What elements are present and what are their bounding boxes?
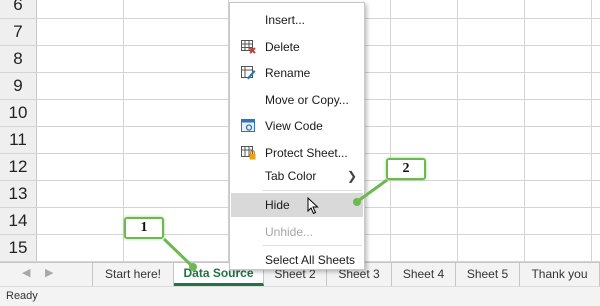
menu-item-label: Move or Copy... [265, 93, 349, 107]
menu-item-insert[interactable]: Insert... [231, 8, 363, 32]
status-text: Ready [6, 290, 38, 302]
view-code-icon [241, 119, 255, 132]
scroll-tabs-left-icon[interactable]: ◀ [22, 266, 30, 279]
row-header[interactable]: 10 [0, 100, 37, 126]
chevron-right-icon: ❯ [346, 169, 357, 183]
callout-step-1: 1 [124, 217, 164, 239]
menu-item-view-code[interactable]: View Code [231, 114, 363, 138]
column-gridline [390, 0, 391, 262]
menu-item-select-all-sheets[interactable]: Select All Sheets [231, 248, 363, 272]
row-header[interactable]: 12 [0, 154, 37, 180]
row-header[interactable]: 9 [0, 73, 37, 99]
row-header[interactable]: 15 [0, 235, 37, 261]
menu-item-label: Hide [265, 198, 290, 212]
sheet-tab-context-menu: Insert... Delete Rename Move or Copy... [229, 2, 365, 270]
menu-item-delete[interactable]: Delete [231, 35, 363, 59]
sheet-tab-sheet-4[interactable]: Sheet 4 [392, 263, 456, 286]
sheet-tab-thank-you[interactable]: Thank you [520, 263, 600, 286]
menu-separator [262, 245, 362, 246]
menu-item-label: Insert... [265, 13, 306, 27]
delete-sheet-icon [241, 40, 256, 54]
menu-item-label: Rename [265, 66, 311, 80]
column-gridline [457, 0, 458, 262]
row-header[interactable]: 13 [0, 181, 37, 207]
menu-item-label: Delete [265, 40, 300, 54]
menu-item-label: Protect Sheet... [265, 146, 348, 160]
protect-sheet-icon [241, 146, 256, 160]
menu-item-label: Select All Sheets [265, 253, 356, 267]
menu-item-unhide[interactable]: Unhide... [231, 220, 363, 244]
sheet-tab-start-here[interactable]: Start here! [92, 263, 174, 286]
menu-item-label: Tab Color [265, 169, 317, 183]
sheet-tab-sheet-5[interactable]: Sheet 5 [456, 263, 520, 286]
row-header[interactable]: 14 [0, 208, 37, 234]
row-header[interactable]: 6 [0, 0, 37, 18]
callout-step-2: 2 [386, 158, 426, 180]
column-gridline [591, 0, 592, 262]
row-header[interactable]: 7 [0, 19, 37, 45]
menu-item-label: View Code [265, 119, 323, 133]
row-header[interactable]: 8 [0, 46, 37, 72]
mouse-pointer-icon [307, 197, 319, 215]
menu-separator [262, 190, 362, 191]
menu-item-hide[interactable]: Hide [231, 193, 363, 217]
scroll-tabs-right-icon[interactable]: ▶ [45, 266, 53, 279]
menu-item-move-or-copy[interactable]: Move or Copy... [231, 88, 363, 112]
status-bar: Ready [0, 286, 600, 306]
menu-item-rename[interactable]: Rename [231, 61, 363, 85]
rename-sheet-icon [241, 66, 256, 80]
column-gridline [524, 0, 525, 262]
row-header[interactable]: 11 [0, 127, 37, 153]
menu-item-label: Unhide... [265, 225, 314, 239]
menu-item-tab-color[interactable]: Tab Color ❯ [231, 164, 363, 188]
menu-item-protect-sheet[interactable]: Protect Sheet... [231, 141, 363, 165]
